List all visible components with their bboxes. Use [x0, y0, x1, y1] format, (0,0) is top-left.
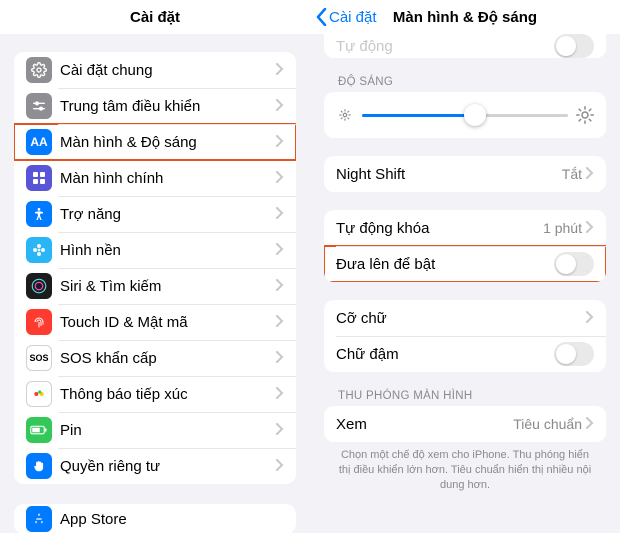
row-detail: Tiêu chuẩn: [513, 416, 582, 432]
row-battery[interactable]: Pin: [14, 412, 296, 448]
row-text-size[interactable]: Cỡ chữ: [324, 300, 606, 336]
sos-icon: SOS: [26, 345, 52, 371]
row-label: SOS khẩn cấp: [60, 350, 276, 367]
bold-text-toggle[interactable]: [554, 342, 594, 366]
row-siri-search[interactable]: Siri & Tìm kiếm: [14, 268, 296, 304]
chevron-right-icon: [276, 134, 284, 151]
row-label: Trợ năng: [60, 206, 276, 223]
zoom-footer: Chọn một chế độ xem cho iPhone. Thu phón…: [334, 448, 596, 493]
switches-icon: [26, 93, 52, 119]
chevron-right-icon: [586, 310, 594, 327]
back-button[interactable]: Cài đặt: [316, 8, 377, 26]
row-bold-text[interactable]: Chữ đậm: [324, 336, 606, 372]
chevron-right-icon: [276, 422, 284, 439]
chevron-right-icon: [276, 458, 284, 475]
auto-toggle[interactable]: [554, 34, 594, 58]
fingerprint-icon: [26, 309, 52, 335]
grid-icon: [26, 165, 52, 191]
back-label: Cài đặt: [329, 9, 377, 26]
brightness-header: ĐỘ SÁNG: [338, 76, 592, 88]
chevron-right-icon: [276, 242, 284, 259]
row-label: Hình nền: [60, 242, 276, 259]
chevron-right-icon: [276, 170, 284, 187]
row-label: Pin: [60, 422, 276, 439]
row-label: Quyền riêng tư: [60, 458, 276, 475]
row-display-brightness[interactable]: AA Màn hình & Độ sáng: [14, 124, 296, 160]
battery-icon: [26, 417, 52, 443]
row-label: Cỡ chữ: [336, 310, 586, 327]
chevron-right-icon: [586, 416, 594, 433]
row-auto-toggle[interactable]: Tự động: [324, 34, 606, 58]
settings-master-pane: Cài đặt Cài đặt chung Trung tâm điều khi…: [0, 0, 310, 533]
sun-high-icon: [576, 106, 594, 124]
row-label: Xem: [336, 416, 513, 433]
exposure-icon: [26, 381, 52, 407]
row-touchid-passcode[interactable]: Touch ID & Mật mã: [14, 304, 296, 340]
row-control-center[interactable]: Trung tâm điều khiển: [14, 88, 296, 124]
row-home-screen[interactable]: Màn hình chính: [14, 160, 296, 196]
row-label: Trung tâm điều khiển: [60, 98, 276, 115]
row-label: Tự động khóa: [336, 220, 543, 237]
hand-icon: [26, 453, 52, 479]
row-label: Màn hình & Độ sáng: [60, 134, 276, 151]
row-sos[interactable]: SOS SOS khẩn cấp: [14, 340, 296, 376]
chevron-right-icon: [276, 98, 284, 115]
accessibility-icon: [26, 201, 52, 227]
gear-icon: [26, 57, 52, 83]
row-label: Màn hình chính: [60, 170, 276, 187]
row-label: Cài đặt chung: [60, 62, 276, 79]
row-auto-lock[interactable]: Tự động khóa 1 phút: [324, 210, 606, 246]
row-label: Siri & Tìm kiếm: [60, 278, 276, 295]
row-wallpaper[interactable]: Hình nền: [14, 232, 296, 268]
row-detail: Tắt: [562, 166, 582, 182]
right-scroll[interactable]: Tự động ĐỘ SÁNG Night Shift: [310, 34, 620, 533]
slider-knob[interactable]: [464, 104, 486, 126]
aa-icon: AA: [26, 129, 52, 155]
row-raise-to-wake[interactable]: Đưa lên để bật: [324, 246, 606, 282]
chevron-right-icon: [276, 206, 284, 223]
chevron-right-icon: [276, 278, 284, 295]
chevron-right-icon: [276, 62, 284, 79]
right-nav-bar: Cài đặt Màn hình & Độ sáng: [310, 0, 620, 34]
row-privacy[interactable]: Quyền riêng tư: [14, 448, 296, 484]
row-app-store[interactable]: App Store: [14, 504, 296, 533]
brightness-slider[interactable]: [362, 114, 568, 117]
row-label: Thông báo tiếp xúc: [60, 386, 276, 403]
row-night-shift[interactable]: Night Shift Tắt: [324, 156, 606, 192]
appstore-icon: [26, 506, 52, 532]
left-scroll[interactable]: Cài đặt chung Trung tâm điều khiển AA Mà…: [0, 34, 310, 533]
left-title: Cài đặt: [130, 9, 180, 26]
zoom-header: THU PHÓNG MÀN HÌNH: [338, 390, 592, 402]
row-accessibility[interactable]: Trợ năng: [14, 196, 296, 232]
chevron-right-icon: [276, 314, 284, 331]
brightness-slider-row: [324, 92, 606, 138]
row-label: Night Shift: [336, 166, 562, 183]
chevron-right-icon: [586, 166, 594, 183]
row-display-zoom-view[interactable]: Xem Tiêu chuẩn: [324, 406, 606, 442]
raise-to-wake-toggle[interactable]: [554, 252, 594, 276]
row-label: Đưa lên để bật: [336, 256, 554, 273]
row-label: Chữ đậm: [336, 346, 554, 363]
row-label: App Store: [60, 511, 284, 528]
left-nav-bar: Cài đặt: [0, 0, 310, 34]
sun-low-icon: [336, 106, 354, 124]
row-detail: 1 phút: [543, 220, 582, 236]
row-label: Tự động: [336, 38, 554, 55]
chevron-right-icon: [586, 220, 594, 237]
siri-icon: [26, 273, 52, 299]
flower-icon: [26, 237, 52, 263]
chevron-right-icon: [276, 350, 284, 367]
right-title: Màn hình & Độ sáng: [393, 9, 537, 26]
row-label: Touch ID & Mật mã: [60, 314, 276, 331]
chevron-right-icon: [276, 386, 284, 403]
display-brightness-pane: Cài đặt Màn hình & Độ sáng Tự động ĐỘ SÁ…: [310, 0, 620, 533]
row-exposure-notifications[interactable]: Thông báo tiếp xúc: [14, 376, 296, 412]
row-general[interactable]: Cài đặt chung: [14, 52, 296, 88]
